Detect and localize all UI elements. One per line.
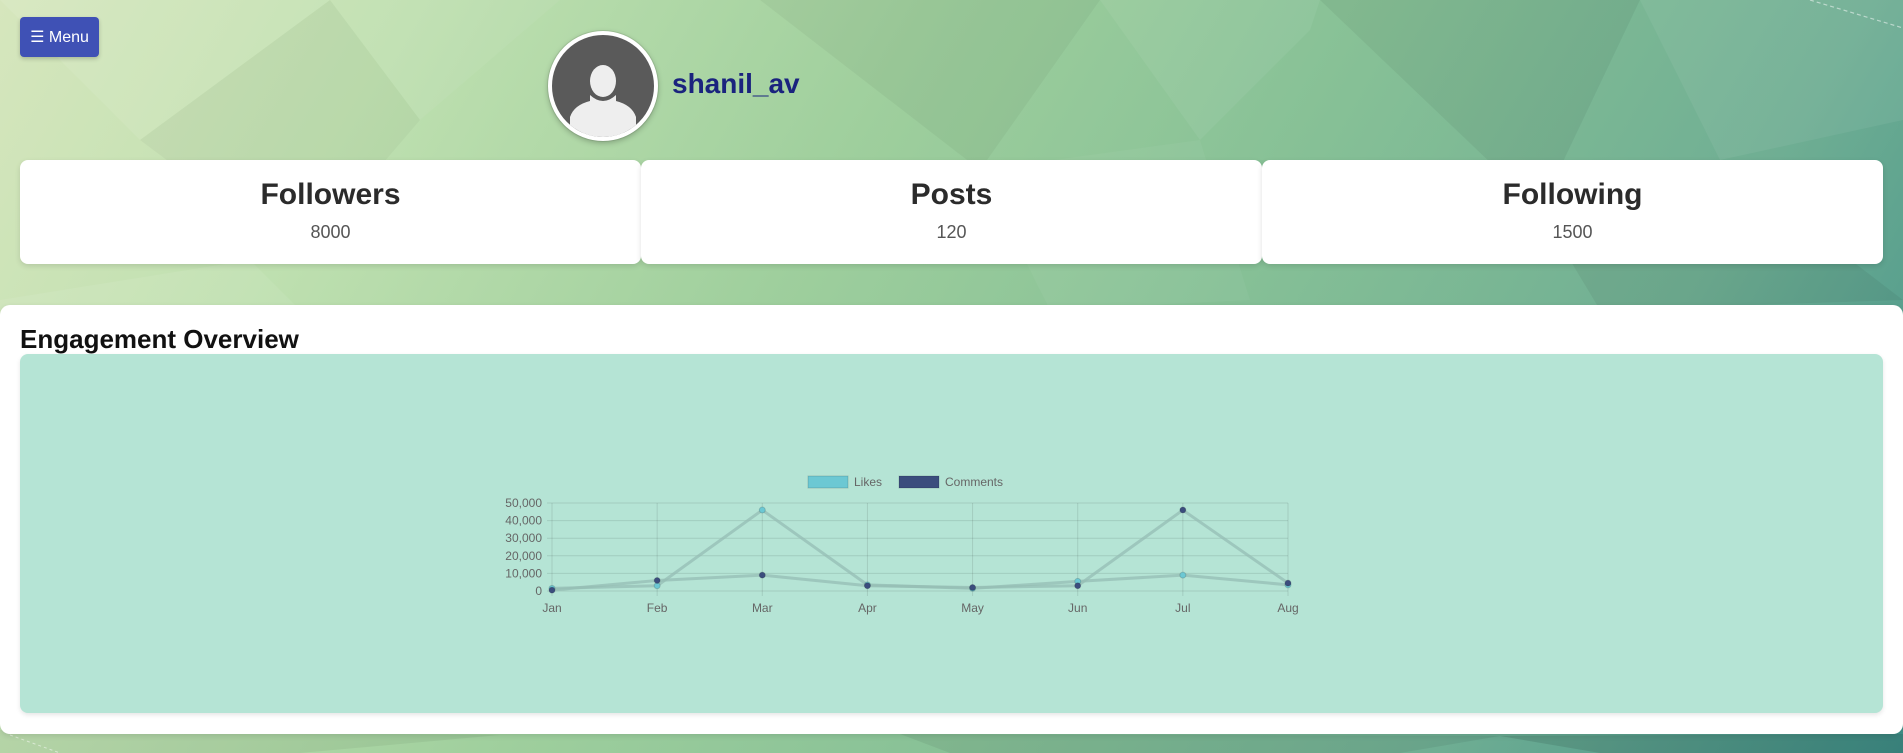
username: shanil_av (672, 68, 800, 99)
series-line-likes (551, 508, 1289, 590)
y-tick-label: 10,000 (505, 566, 542, 580)
x-tick-label: Jun (1068, 601, 1087, 615)
data-point-comments (1074, 582, 1082, 590)
stat-card-following: Following 1500 (1262, 160, 1883, 264)
x-tick-label: Feb (647, 601, 668, 615)
x-tick-label: Jul (1175, 601, 1190, 615)
data-point-likes (758, 506, 766, 514)
data-point-comments (758, 571, 766, 579)
y-tick-label: 40,000 (505, 514, 542, 528)
data-point-likes (1179, 571, 1187, 579)
data-point-comments (863, 582, 871, 590)
legend-label: Likes (854, 475, 882, 489)
legend-label: Comments (945, 475, 1003, 489)
stat-title: Followers (260, 178, 401, 211)
menu-button[interactable]: ☰ Menu (20, 17, 99, 57)
engagement-section: Engagement Overview 50,000 40,000 30,000 20… (0, 305, 1903, 734)
stats-row: Followers 8000 Posts 120 Following 1500 (20, 160, 1883, 264)
user-silhouette-icon (570, 65, 636, 137)
stat-title: Posts (910, 178, 993, 211)
series-line-comments (551, 508, 1289, 592)
y-tick-label: 50,000 (505, 496, 542, 510)
data-point-comments (969, 583, 977, 591)
section-title: Engagement Overview (20, 324, 299, 354)
y-tick-label: 20,000 (505, 549, 542, 563)
profile-header: shanil_av (548, 31, 800, 141)
stat-value: 8000 (310, 222, 351, 242)
engagement-chart: 50,000 40,000 30,000 20,000 10,000 0Jan Feb Mar… (505, 475, 1298, 615)
data-point-comments (548, 586, 556, 594)
avatar[interactable] (548, 31, 658, 141)
x-tick-label: Aug (1277, 601, 1298, 615)
stat-title: Following (1502, 178, 1643, 211)
x-tick-label: May (961, 601, 984, 615)
x-tick-label: Apr (858, 601, 877, 615)
stat-card-followers: Followers 8000 (20, 160, 641, 264)
legend-swatch (898, 475, 940, 489)
y-tick-label: 0 (535, 584, 542, 598)
x-tick-label: Jan (542, 601, 561, 615)
data-point-comments (1284, 579, 1292, 587)
data-point-comments (1179, 506, 1187, 514)
data-point-comments (653, 576, 661, 584)
x-tick-label: Mar (752, 601, 773, 615)
stat-value: 1500 (1552, 222, 1593, 242)
stat-value: 120 (936, 222, 967, 242)
chart-container: 50,000 40,000 30,000 20,000 10,000 0 Jan Feb Mar… (20, 354, 1883, 713)
y-tick-label: 30,000 (505, 531, 542, 545)
stat-card-posts: Posts 120 (641, 160, 1262, 264)
legend-swatch (807, 475, 849, 489)
